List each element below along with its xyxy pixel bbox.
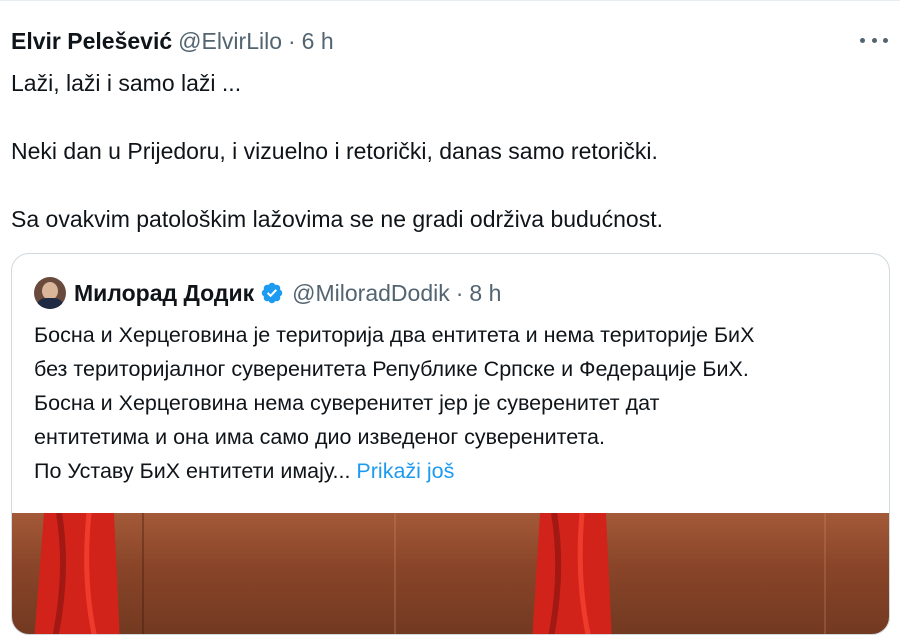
tweet-text: Laži, laži i samo laži ... Neki dan u Pr…	[11, 70, 663, 232]
more-horizontal-icon[interactable]	[860, 30, 888, 50]
quoted-tweet[interactable]: Милорад Додик @MiloradDodik · 8 h Босна …	[11, 253, 890, 635]
wall-panel	[142, 513, 396, 634]
red-flag-left	[34, 513, 120, 634]
quoted-tweet-header: Милорад Додик @MiloradDodik · 8 h	[34, 276, 501, 310]
quoted-author-name[interactable]: Милорад Додик	[74, 280, 254, 307]
red-flag-right	[532, 513, 612, 634]
show-more-link[interactable]: Prikaži još	[356, 459, 454, 483]
tweet-header: Elvir Pelešević @ElvirLilo · 6 h	[11, 27, 334, 55]
tweet-time[interactable]: 6 h	[302, 28, 334, 55]
separator-dot: ·	[288, 27, 296, 54]
author-handle[interactable]: @ElvirLilo	[178, 28, 282, 55]
quoted-author-handle[interactable]: @MiloradDodik	[292, 280, 450, 307]
more-dot	[871, 37, 877, 43]
author-name[interactable]: Elvir Pelešević	[11, 28, 172, 55]
tweet[interactable]: Elvir Pelešević @ElvirLilo · 6 h Laži, l…	[0, 0, 900, 635]
avatar[interactable]	[34, 277, 66, 309]
separator-dot: ·	[455, 279, 464, 306]
avatar-suit	[36, 298, 64, 309]
verified-badge-icon	[261, 282, 283, 304]
quoted-tweet-time[interactable]: 8 h	[469, 280, 501, 307]
quoted-tweet-text: Босна и Херцеговина је територија два ен…	[34, 318, 874, 488]
quoted-tweet-media[interactable]	[12, 513, 889, 634]
more-dot	[860, 37, 865, 43]
more-dot	[883, 37, 888, 43]
